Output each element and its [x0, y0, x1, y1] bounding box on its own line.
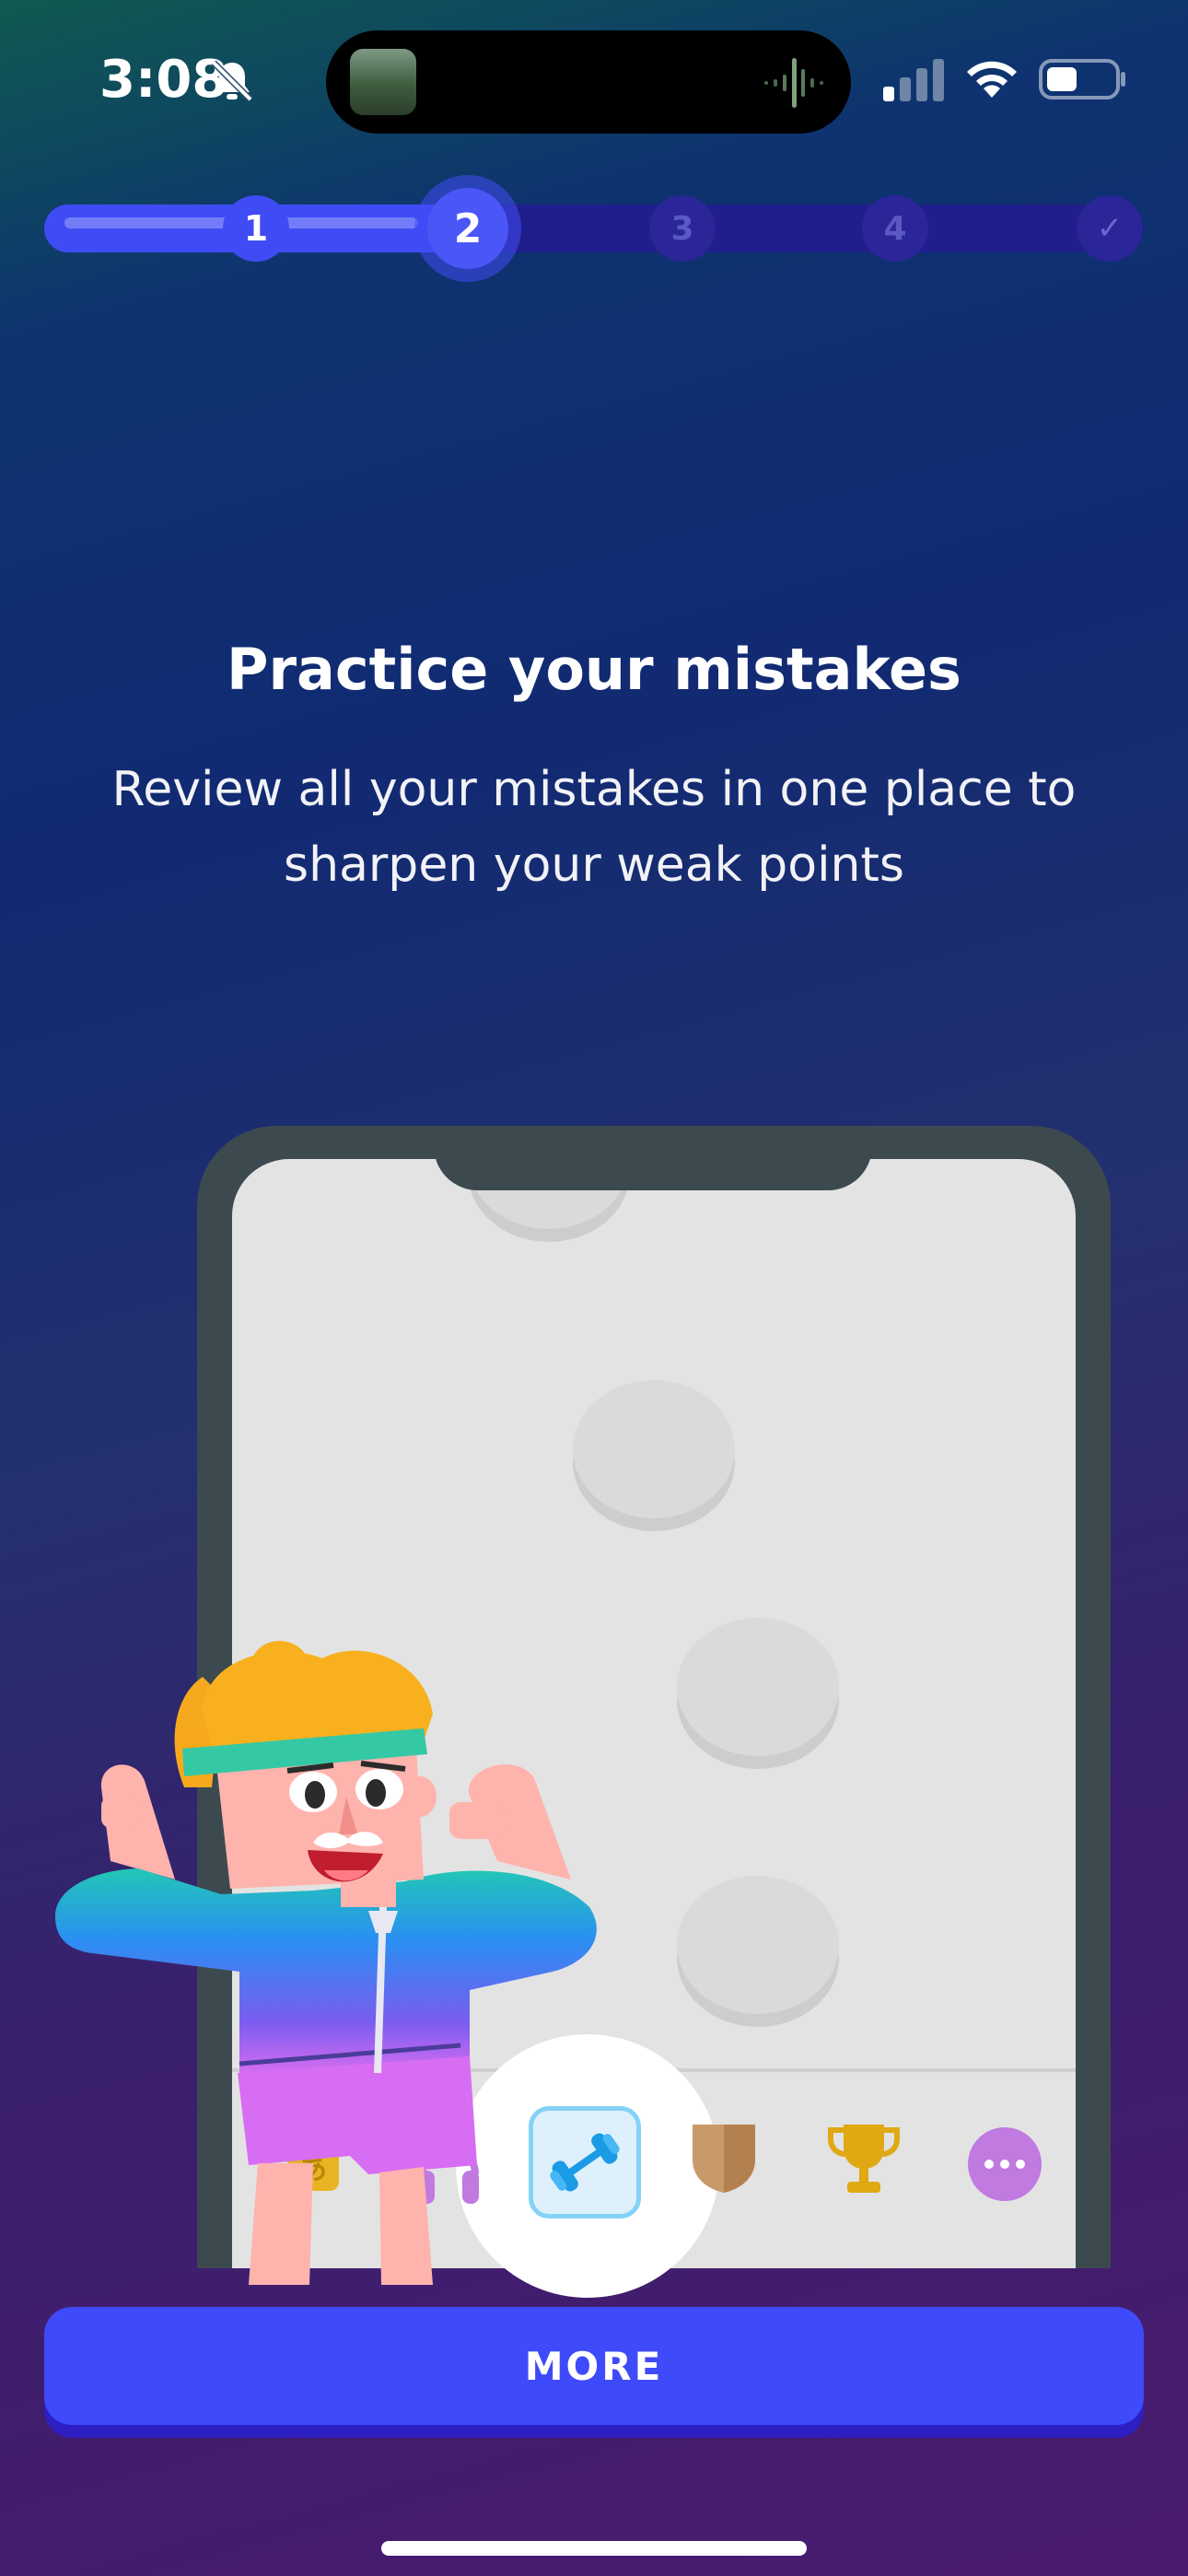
- progress-track: [44, 205, 1144, 252]
- home-indicator[interactable]: [381, 2541, 807, 2556]
- wifi-icon: [967, 61, 1017, 98]
- mascot-character: [55, 1641, 597, 2285]
- more-button[interactable]: MORE: [44, 2307, 1144, 2425]
- bell-slash-icon: [211, 60, 253, 102]
- step-4-marker: 4: [862, 195, 928, 262]
- signal-icon: [883, 59, 944, 101]
- shield-icon: [693, 2125, 755, 2193]
- step-1-marker: 1: [223, 195, 289, 262]
- trophy-icon: [828, 2125, 900, 2193]
- battery-icon: [1039, 59, 1125, 100]
- dynamic-island[interactable]: [326, 30, 851, 134]
- now-playing-thumbnail: [350, 49, 416, 115]
- step-3-marker: 3: [649, 195, 716, 262]
- step-2-marker: 2: [427, 188, 508, 269]
- finish-check-icon: ✓: [1077, 195, 1143, 262]
- lesson-node: [677, 1618, 839, 1769]
- phone-notch: [434, 1126, 872, 1190]
- audio-wave-icon: [764, 58, 823, 108]
- more-icon: [968, 2127, 1042, 2201]
- lesson-node: [677, 1876, 839, 2027]
- page-title: Practice your mistakes: [227, 636, 961, 703]
- page-subtitle: Review all your mistakes in one place to…: [111, 762, 1077, 893]
- lesson-node: [573, 1380, 735, 1531]
